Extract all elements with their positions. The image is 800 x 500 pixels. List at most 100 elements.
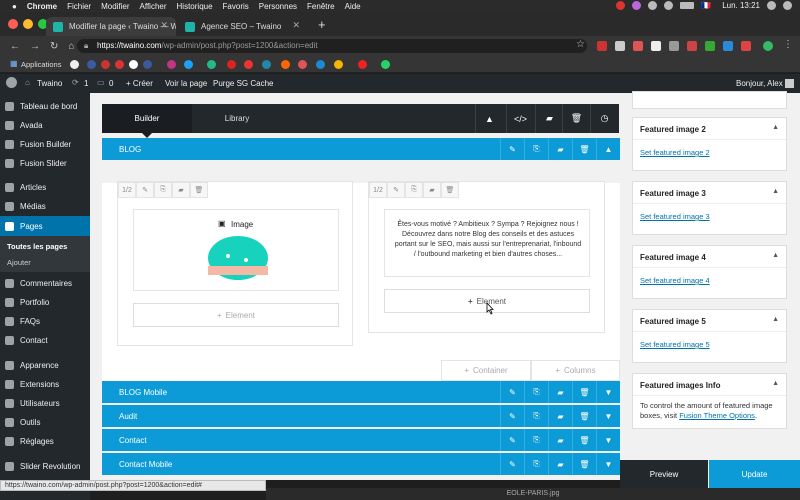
bookmark-icon[interactable] xyxy=(143,60,152,69)
new-content-menu[interactable]: + Créer xyxy=(126,79,153,88)
add-columns-button[interactable]: + Columns xyxy=(531,360,620,381)
edit-icon[interactable]: ✎ xyxy=(500,453,524,475)
cloud-icon[interactable] xyxy=(648,1,658,10)
set-featured-image-4-link[interactable]: Set featured image 4 xyxy=(640,276,710,285)
record-icon[interactable] xyxy=(616,1,626,10)
container-blog-mobile[interactable]: BLOG Mobile ✎ ⎘ ▰ 🗑︎ ▼ xyxy=(102,381,620,403)
tab-modifier-page[interactable]: Modifier la page ‹ Twaino — W ✕ xyxy=(46,17,176,36)
menu-fenetre[interactable]: Fenêtre xyxy=(307,2,335,11)
home-icon[interactable]: ⌂ xyxy=(68,41,74,52)
sidebar-item-avada[interactable]: Avada xyxy=(0,116,90,134)
add-container-button[interactable]: + Container xyxy=(441,360,531,381)
image-element[interactable]: ▣ Image xyxy=(133,209,339,291)
close-tab-icon[interactable]: ✕ xyxy=(292,20,300,31)
update-button[interactable]: Update xyxy=(709,460,800,489)
delete-icon[interactable]: 🗑︎ xyxy=(572,453,596,475)
chrome-menu-icon[interactable]: ⋮ xyxy=(783,39,793,50)
theme-options-link[interactable]: Fusion Theme Options xyxy=(679,411,755,420)
sidebar-item-fusion-builder[interactable]: Fusion Builder xyxy=(0,135,90,153)
expand-icon[interactable]: ▼ xyxy=(596,381,620,403)
save-icon[interactable]: ▰ xyxy=(548,429,572,451)
tab-library[interactable]: Library xyxy=(192,104,282,133)
sidebar-item-slider-revolution[interactable]: Slider Revolution xyxy=(0,457,90,475)
clone-icon[interactable]: ⎘ xyxy=(524,405,548,427)
edit-icon[interactable]: ✎ xyxy=(136,182,154,198)
purge-cache-link[interactable]: Purge SG Cache xyxy=(213,79,273,88)
menu-chrome[interactable]: Chrome xyxy=(27,2,57,11)
sidebar-item-faqs[interactable]: FAQs xyxy=(0,312,90,330)
bookmark-whatsapp-icon[interactable] xyxy=(381,60,390,69)
forward-icon[interactable]: → xyxy=(30,41,40,52)
save-template-icon[interactable]: ▰ xyxy=(535,104,563,133)
extension-icon[interactable] xyxy=(651,41,661,51)
input-flag[interactable]: 🇫🇷 xyxy=(701,1,711,10)
edit-icon[interactable]: ✎ xyxy=(500,429,524,451)
avatar[interactable] xyxy=(785,79,794,88)
extension-icon[interactable] xyxy=(741,41,751,51)
updates-count[interactable]: 1 xyxy=(84,79,88,88)
view-page-link[interactable]: Voir la page xyxy=(165,79,207,88)
comments-icon[interactable]: ▭ xyxy=(97,78,105,87)
expand-icon[interactable]: ▼ xyxy=(596,453,620,475)
bookmark-icon[interactable] xyxy=(281,60,290,69)
menu-favoris[interactable]: Favoris xyxy=(223,2,249,11)
clone-icon[interactable]: ⎘ xyxy=(154,182,172,198)
extension-icon[interactable] xyxy=(597,41,607,51)
extension-icon[interactable] xyxy=(615,41,625,51)
toggle-arrow-icon[interactable]: ▲ xyxy=(772,380,779,387)
sidebar-item-articles[interactable]: Articles xyxy=(0,178,90,196)
column-size[interactable]: 1/2 xyxy=(369,182,387,198)
history-icon[interactable]: ◷ xyxy=(590,104,618,133)
profile-avatar-icon[interactable] xyxy=(763,41,773,51)
clock[interactable]: Lun. 13:21 xyxy=(722,1,760,10)
address-input[interactable]: 🔒︎ https://twaino.com/wp-admin/post.php?… xyxy=(77,39,587,53)
save-icon[interactable]: ▰ xyxy=(423,182,441,198)
bookmark-icon[interactable] xyxy=(207,60,216,69)
sidebar-item-extensions[interactable]: Extensions xyxy=(0,375,90,393)
save-icon[interactable]: ▰ xyxy=(548,405,572,427)
sidebar-item-dashboard[interactable]: Tableau de bord xyxy=(0,97,90,115)
applications-bookmark[interactable]: Applications xyxy=(21,60,61,69)
container-audit[interactable]: Audit ✎ ⎘ ▰ 🗑︎ ▼ xyxy=(102,405,620,427)
extension-icon[interactable] xyxy=(705,41,715,51)
clone-icon[interactable]: ⎘ xyxy=(524,138,548,160)
toggle-arrow-icon[interactable]: ▲ xyxy=(772,188,779,195)
expand-icon[interactable]: ▼ xyxy=(596,429,620,451)
code-icon[interactable]: </> xyxy=(506,104,534,133)
spotlight-icon[interactable] xyxy=(767,1,776,10)
bookmark-instagram-icon[interactable] xyxy=(167,60,176,69)
tab-builder[interactable]: Builder xyxy=(102,104,192,138)
bookmark-icon[interactable] xyxy=(87,60,96,69)
close-tab-icon[interactable]: ✕ xyxy=(160,20,168,31)
extension-icon[interactable] xyxy=(633,41,643,51)
preview-button[interactable]: Preview xyxy=(620,460,708,489)
battery-icon[interactable] xyxy=(680,2,695,9)
wordpress-logo-icon[interactable] xyxy=(6,77,17,88)
user-greeting[interactable]: Bonjour, Alex xyxy=(736,79,783,88)
edit-icon[interactable]: ✎ xyxy=(500,405,524,427)
sidebar-item-pages[interactable]: Pages xyxy=(0,216,90,236)
set-featured-image-3-link[interactable]: Set featured image 3 xyxy=(640,212,710,221)
bookmark-icon[interactable] xyxy=(244,60,253,69)
bookmark-icon[interactable] xyxy=(184,60,193,69)
submenu-add-page[interactable]: Ajouter xyxy=(7,258,31,267)
menu-aide[interactable]: Aide xyxy=(345,2,361,11)
app-icon[interactable] xyxy=(632,1,642,10)
wifi-icon[interactable] xyxy=(664,1,674,10)
edit-icon[interactable]: ✎ xyxy=(500,138,524,160)
delete-icon[interactable]: 🗑︎ xyxy=(572,138,596,160)
menu-fichier[interactable]: Fichier xyxy=(67,2,91,11)
menu-afficher[interactable]: Afficher xyxy=(140,2,167,11)
delete-all-icon[interactable]: 🗑︎ xyxy=(562,104,590,133)
delete-icon[interactable]: 🗑︎ xyxy=(572,429,596,451)
container-contact-mobile[interactable]: Contact Mobile ✎ ⎘ ▰ 🗑︎ ▼ xyxy=(102,453,620,475)
sidebar-item-medias[interactable]: Médias xyxy=(0,197,90,215)
delete-icon[interactable]: 🗑︎ xyxy=(190,182,208,198)
toggle-arrow-icon[interactable]: ▲ xyxy=(772,252,779,259)
bookmark-icon[interactable] xyxy=(298,60,307,69)
apple-icon[interactable]: ● xyxy=(12,2,17,11)
menu-modifier[interactable]: Modifier xyxy=(101,2,129,11)
sidebar-item-settings[interactable]: Réglages xyxy=(0,432,90,450)
bookmark-icon[interactable] xyxy=(358,60,367,69)
delete-icon[interactable]: 🗑︎ xyxy=(572,405,596,427)
